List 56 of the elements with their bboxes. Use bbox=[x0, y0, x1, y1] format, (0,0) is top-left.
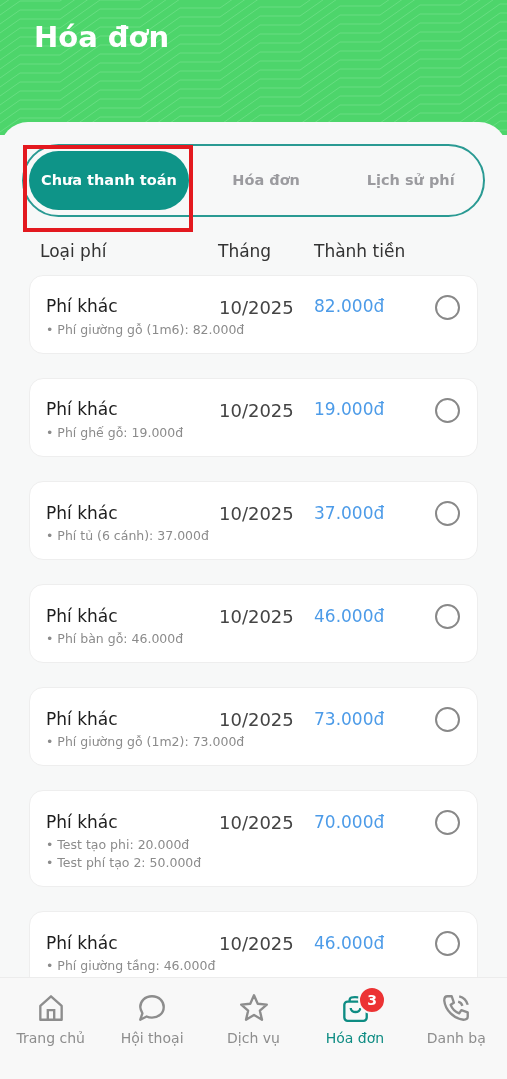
radio-button[interactable] bbox=[435, 810, 460, 836]
radio-button[interactable] bbox=[435, 397, 460, 423]
radio-button[interactable] bbox=[435, 294, 460, 320]
fee-month: 10/2025 bbox=[219, 604, 295, 629]
column-header: Thành tiền bbox=[314, 240, 407, 263]
fee-type: Phí khác bbox=[46, 398, 119, 422]
fee-detail: • Phí bàn gỗ: 46.000đ bbox=[46, 629, 185, 648]
fee-month: 10/2025 bbox=[219, 295, 295, 320]
fee-detail: • Phí giường tầng: 46.000đ bbox=[46, 957, 217, 976]
fee-detail: • Test tạo phi: 20.000đ bbox=[46, 836, 191, 855]
fee-amount: 19.000đ bbox=[314, 398, 386, 422]
fee-card[interactable]: Phí khác 10/2025 37.000đ • Phí tủ (6 cánh): 37.000đ bbox=[29, 480, 478, 560]
nav-tab[interactable]: Trang chủ bbox=[0, 992, 102, 1079]
fee-amount: 73.000đ bbox=[314, 707, 386, 731]
fee-amount: 46.000đ bbox=[314, 932, 386, 956]
radio-button[interactable] bbox=[435, 707, 460, 732]
nav-tab[interactable]: Hội thoại bbox=[101, 992, 203, 1079]
fee-card[interactable]: Phí khác 10/2025 82.000đ • Phí giường gỗ (1m6): 82.000đ bbox=[29, 274, 478, 354]
fee-month: 10/2025 bbox=[219, 932, 295, 957]
fee-amount: 70.000đ bbox=[314, 810, 386, 834]
star-icon bbox=[237, 992, 270, 1024]
fee-type: Phí khác bbox=[46, 810, 119, 834]
fee-amount: 46.000đ bbox=[314, 604, 386, 628]
radio-button[interactable] bbox=[435, 931, 460, 957]
fee-detail: • Phí giường gỗ (1m6): 82.000đ bbox=[46, 320, 246, 339]
fee-card[interactable]: Phí khác 10/2025 19.000đ • Phí ghế gỗ: 19.000đ bbox=[29, 377, 478, 457]
column-header: Loại phí bbox=[40, 240, 108, 263]
fee-card[interactable]: Phí khác 10/2025 73.000đ • Phí giường gỗ (1m2): 73.000đ bbox=[29, 687, 478, 767]
tab[interactable]: Lịch sử phí bbox=[343, 151, 478, 210]
fee-detail: • Phí ghế gỗ: 19.000đ bbox=[46, 423, 185, 442]
fee-card[interactable]: Phí khác 10/2025 46.000đ • Phí bàn gỗ: 46.000đ bbox=[29, 583, 478, 663]
fee-detail: • Test phí tạo 2: 50.000đ bbox=[46, 854, 203, 873]
radio-button[interactable] bbox=[435, 603, 460, 629]
fee-detail: • Phí tủ (6 cánh): 37.000đ bbox=[46, 526, 210, 545]
fee-card[interactable]: Phí khác 10/2025 46.000đ • Phí giường tầng: 46.000đ bbox=[29, 911, 478, 977]
page-title: Hóa đơn bbox=[33, 19, 170, 55]
fee-type: Phí khác bbox=[46, 295, 119, 319]
tab[interactable]: Chưa thanh toán bbox=[29, 151, 189, 210]
nav-tab[interactable]: Dịch vụ bbox=[202, 992, 305, 1079]
fee-type: Phí khác bbox=[46, 932, 119, 956]
fee-card[interactable]: Phí khác 10/2025 70.000đ • Test tạo phi: 20.000đ • Test phí tạo 2: 50.000đ bbox=[29, 790, 478, 888]
fee-detail: • Phí giường gỗ (1m2): 73.000đ bbox=[46, 733, 246, 751]
fee-month: 10/2025 bbox=[219, 811, 295, 836]
column-header: Tháng bbox=[218, 240, 273, 263]
fee-month: 10/2025 bbox=[219, 398, 295, 423]
radio-button[interactable] bbox=[435, 500, 460, 526]
fee-type: Phí khác bbox=[46, 501, 119, 525]
fee-amount: 37.000đ bbox=[314, 501, 386, 525]
fee-month: 10/2025 bbox=[219, 501, 295, 526]
fee-amount: 82.000đ bbox=[314, 295, 386, 319]
fee-type: Phí khác bbox=[46, 604, 119, 628]
fee-month: 10/2025 bbox=[219, 708, 295, 732]
notification-badge: 3 bbox=[358, 986, 387, 1014]
nav-tab[interactable]: Danh bạ bbox=[405, 992, 507, 1079]
tab[interactable]: Hóa đơn bbox=[198, 151, 334, 210]
fee-type: Phí khác bbox=[46, 707, 119, 731]
